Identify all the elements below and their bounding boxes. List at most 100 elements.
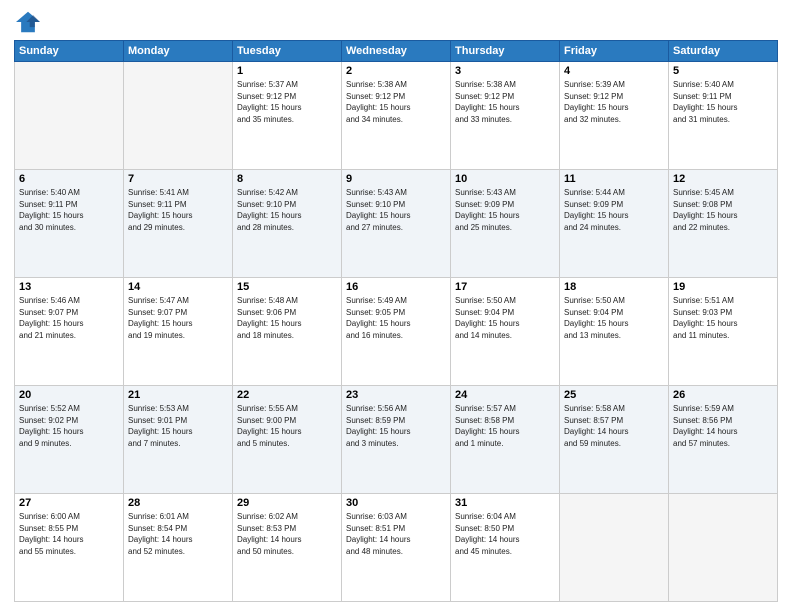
- day-info: Sunrise: 5:47 AM Sunset: 9:07 PM Dayligh…: [128, 295, 228, 341]
- day-info: Sunrise: 5:56 AM Sunset: 8:59 PM Dayligh…: [346, 403, 446, 449]
- calendar-cell: 13Sunrise: 5:46 AM Sunset: 9:07 PM Dayli…: [15, 278, 124, 386]
- day-number: 20: [19, 389, 119, 401]
- day-number: 27: [19, 497, 119, 509]
- day-number: 2: [346, 65, 446, 77]
- calendar-cell: 1 Sunrise: 5:37 AM Sunset: 9:12 PM Daylig…: [233, 62, 342, 170]
- day-number: 8: [237, 173, 337, 185]
- calendar-header-row: SundayMondayTuesdayWednesdayThursdayFrid…: [15, 41, 778, 62]
- day-number: 19: [673, 281, 773, 293]
- calendar-cell: 25 Sunrise: 5:58 AM Sunset: 8:57 PM Dayli…: [560, 386, 669, 494]
- calendar-cell: 29 Sunrise: 6:02 AM Sunset: 8:53 PM Dayli…: [233, 494, 342, 602]
- logo: [14, 10, 46, 34]
- day-number: 14: [128, 281, 228, 293]
- day-info: Sunrise: 5:44 AM Sunset: 9:09 PM Dayligh…: [564, 187, 664, 233]
- col-header-monday: Monday: [124, 41, 233, 62]
- day-number: 23: [346, 389, 446, 401]
- calendar-cell: 11Sunrise: 5:44 AM Sunset: 9:09 PM Dayli…: [560, 170, 669, 278]
- calendar-cell: 31 Sunrise: 6:04 AM Sunset: 8:50 PM Dayli…: [451, 494, 560, 602]
- day-info: Sunrise: 5:43 AM Sunset: 9:09 PM Dayligh…: [455, 187, 555, 233]
- day-number: 1: [237, 65, 337, 77]
- calendar-cell: 5 Sunrise: 5:40 AM Sunset: 9:11 PM Daylig…: [669, 62, 778, 170]
- day-info: Sunrise: 5:53 AM Sunset: 9:01 PM Dayligh…: [128, 403, 228, 449]
- calendar-row-4: 27 Sunrise: 6:00 AM Sunset: 8:55 PM Dayli…: [15, 494, 778, 602]
- calendar-cell: 24Sunrise: 5:57 AM Sunset: 8:58 PM Dayli…: [451, 386, 560, 494]
- calendar-row-1: 6 Sunrise: 5:40 AM Sunset: 9:11 PM Daylig…: [15, 170, 778, 278]
- day-info: Sunrise: 5:59 AM Sunset: 8:56 PM Dayligh…: [673, 403, 773, 449]
- col-header-saturday: Saturday: [669, 41, 778, 62]
- day-number: 25: [564, 389, 664, 401]
- calendar-cell: 12 Sunrise: 5:45 AM Sunset: 9:08 PM Dayli…: [669, 170, 778, 278]
- day-info: Sunrise: 5:55 AM Sunset: 9:00 PM Dayligh…: [237, 403, 337, 449]
- day-info: Sunrise: 6:01 AM Sunset: 8:54 PM Dayligh…: [128, 511, 228, 557]
- day-number: 22: [237, 389, 337, 401]
- calendar-cell: 23 Sunrise: 5:56 AM Sunset: 8:59 PM Dayli…: [342, 386, 451, 494]
- calendar-cell: 2 Sunrise: 5:38 AM Sunset: 9:12 PM Daylig…: [342, 62, 451, 170]
- day-number: 30: [346, 497, 446, 509]
- calendar-cell: 21 Sunrise: 5:53 AM Sunset: 9:01 PM Dayli…: [124, 386, 233, 494]
- day-number: 7: [128, 173, 228, 185]
- day-number: 16: [346, 281, 446, 293]
- day-info: Sunrise: 5:52 AM Sunset: 9:02 PM Dayligh…: [19, 403, 119, 449]
- calendar-cell: 19 Sunrise: 5:51 AM Sunset: 9:03 PM Dayli…: [669, 278, 778, 386]
- day-number: 9: [346, 173, 446, 185]
- day-number: 26: [673, 389, 773, 401]
- day-number: 10: [455, 173, 555, 185]
- day-number: 21: [128, 389, 228, 401]
- day-info: Sunrise: 5:39 AM Sunset: 9:12 PM Dayligh…: [564, 79, 664, 125]
- calendar-cell: 30Sunrise: 6:03 AM Sunset: 8:51 PM Dayli…: [342, 494, 451, 602]
- calendar-row-0: 1 Sunrise: 5:37 AM Sunset: 9:12 PM Daylig…: [15, 62, 778, 170]
- calendar-cell: 8 Sunrise: 5:42 AM Sunset: 9:10 PM Daylig…: [233, 170, 342, 278]
- calendar-cell: [560, 494, 669, 602]
- col-header-friday: Friday: [560, 41, 669, 62]
- day-number: 15: [237, 281, 337, 293]
- day-info: Sunrise: 5:49 AM Sunset: 9:05 PM Dayligh…: [346, 295, 446, 341]
- col-header-sunday: Sunday: [15, 41, 124, 62]
- day-info: Sunrise: 5:43 AM Sunset: 9:10 PM Dayligh…: [346, 187, 446, 233]
- day-info: Sunrise: 5:48 AM Sunset: 9:06 PM Dayligh…: [237, 295, 337, 341]
- page: SundayMondayTuesdayWednesdayThursdayFrid…: [0, 0, 792, 612]
- day-info: Sunrise: 5:38 AM Sunset: 9:12 PM Dayligh…: [346, 79, 446, 125]
- calendar-cell: [669, 494, 778, 602]
- day-info: Sunrise: 5:42 AM Sunset: 9:10 PM Dayligh…: [237, 187, 337, 233]
- day-info: Sunrise: 6:04 AM Sunset: 8:50 PM Dayligh…: [455, 511, 555, 557]
- day-number: 3: [455, 65, 555, 77]
- day-info: Sunrise: 5:40 AM Sunset: 9:11 PM Dayligh…: [673, 79, 773, 125]
- day-info: Sunrise: 5:40 AM Sunset: 9:11 PM Dayligh…: [19, 187, 119, 233]
- day-info: Sunrise: 6:00 AM Sunset: 8:55 PM Dayligh…: [19, 511, 119, 557]
- day-number: 29: [237, 497, 337, 509]
- calendar-cell: 27 Sunrise: 6:00 AM Sunset: 8:55 PM Dayli…: [15, 494, 124, 602]
- calendar-row-2: 13Sunrise: 5:46 AM Sunset: 9:07 PM Dayli…: [15, 278, 778, 386]
- day-number: 28: [128, 497, 228, 509]
- header: [14, 10, 778, 34]
- day-info: Sunrise: 5:45 AM Sunset: 9:08 PM Dayligh…: [673, 187, 773, 233]
- col-header-wednesday: Wednesday: [342, 41, 451, 62]
- day-info: Sunrise: 5:58 AM Sunset: 8:57 PM Dayligh…: [564, 403, 664, 449]
- day-info: Sunrise: 5:38 AM Sunset: 9:12 PM Dayligh…: [455, 79, 555, 125]
- calendar-cell: 28 Sunrise: 6:01 AM Sunset: 8:54 PM Dayli…: [124, 494, 233, 602]
- day-info: Sunrise: 5:57 AM Sunset: 8:58 PM Dayligh…: [455, 403, 555, 449]
- day-info: Sunrise: 5:37 AM Sunset: 9:12 PM Dayligh…: [237, 79, 337, 125]
- calendar-cell: 4 Sunrise: 5:39 AM Sunset: 9:12 PM Daylig…: [560, 62, 669, 170]
- day-number: 31: [455, 497, 555, 509]
- logo-icon: [14, 10, 42, 34]
- day-number: 6: [19, 173, 119, 185]
- calendar-cell: 26 Sunrise: 5:59 AM Sunset: 8:56 PM Dayli…: [669, 386, 778, 494]
- calendar-cell: 18 Sunrise: 5:50 AM Sunset: 9:04 PM Dayli…: [560, 278, 669, 386]
- calendar-cell: 9 Sunrise: 5:43 AM Sunset: 9:10 PM Daylig…: [342, 170, 451, 278]
- day-info: Sunrise: 5:50 AM Sunset: 9:04 PM Dayligh…: [455, 295, 555, 341]
- day-number: 17: [455, 281, 555, 293]
- day-info: Sunrise: 5:41 AM Sunset: 9:11 PM Dayligh…: [128, 187, 228, 233]
- day-number: 12: [673, 173, 773, 185]
- day-number: 18: [564, 281, 664, 293]
- col-header-thursday: Thursday: [451, 41, 560, 62]
- day-info: Sunrise: 5:51 AM Sunset: 9:03 PM Dayligh…: [673, 295, 773, 341]
- calendar-cell: 14 Sunrise: 5:47 AM Sunset: 9:07 PM Dayli…: [124, 278, 233, 386]
- day-info: Sunrise: 5:50 AM Sunset: 9:04 PM Dayligh…: [564, 295, 664, 341]
- day-number: 5: [673, 65, 773, 77]
- day-number: 13: [19, 281, 119, 293]
- calendar-cell: 7 Sunrise: 5:41 AM Sunset: 9:11 PM Daylig…: [124, 170, 233, 278]
- day-info: Sunrise: 6:02 AM Sunset: 8:53 PM Dayligh…: [237, 511, 337, 557]
- calendar-cell: 10 Sunrise: 5:43 AM Sunset: 9:09 PM Dayli…: [451, 170, 560, 278]
- calendar-row-3: 20 Sunrise: 5:52 AM Sunset: 9:02 PM Dayli…: [15, 386, 778, 494]
- day-number: 4: [564, 65, 664, 77]
